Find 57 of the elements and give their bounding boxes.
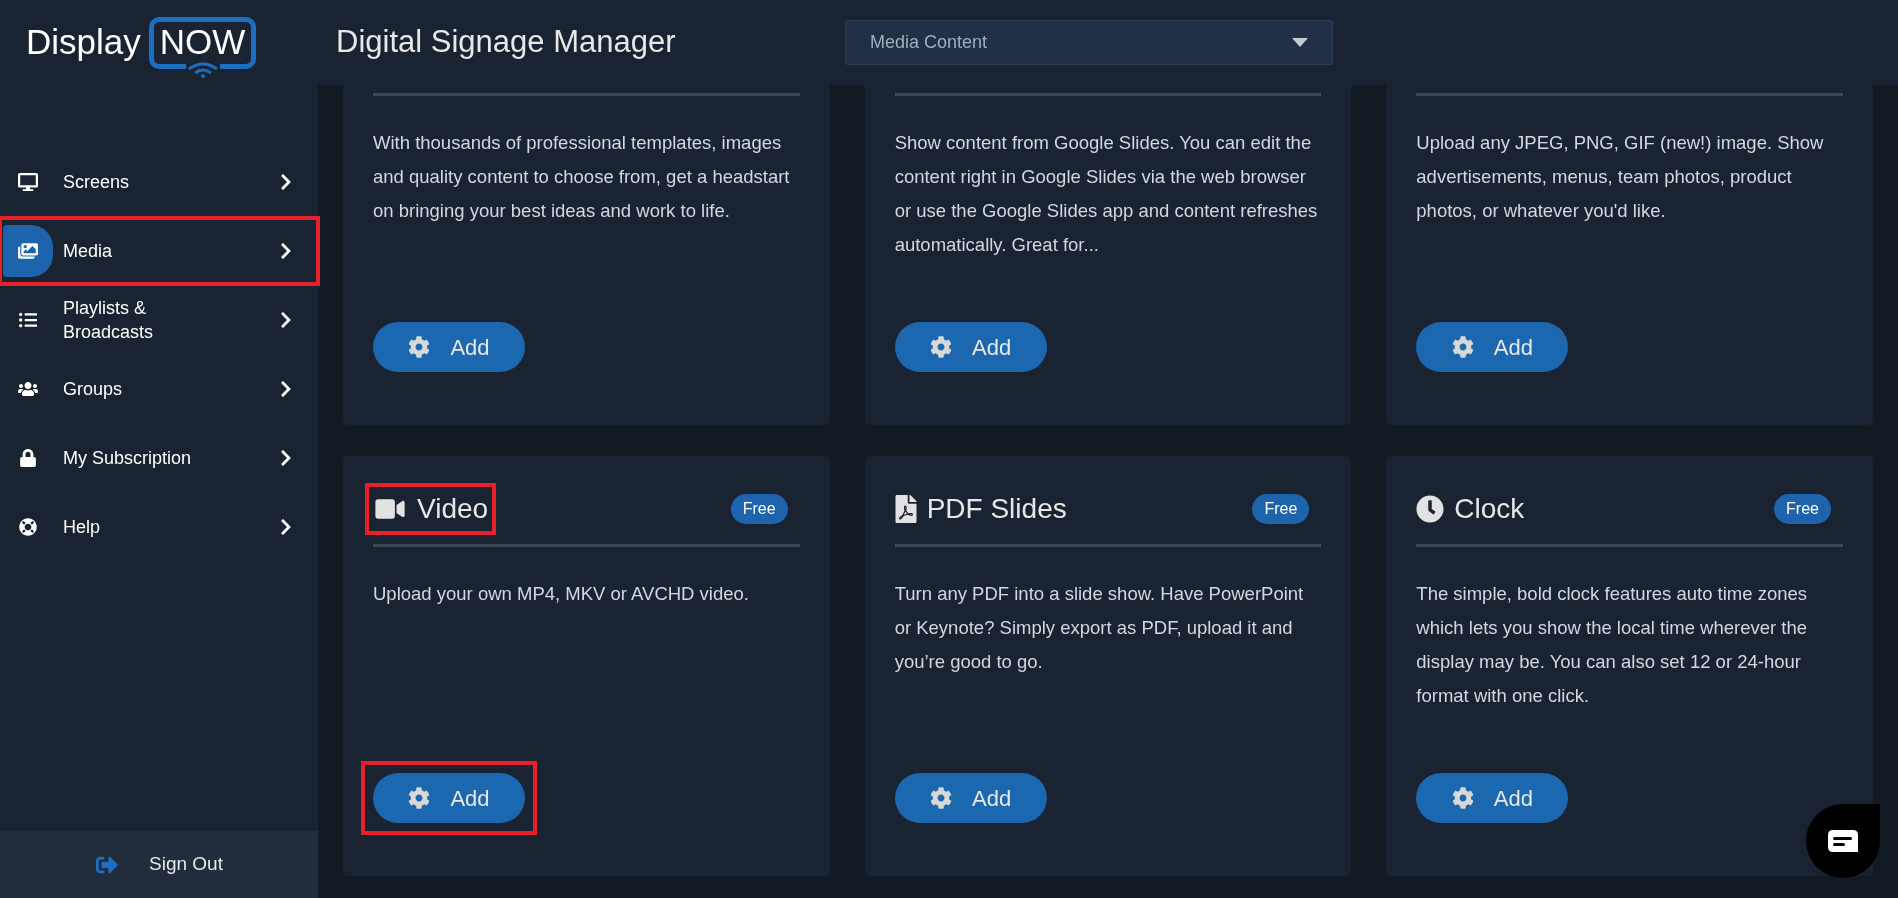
pdf-file-icon <box>894 495 917 523</box>
sidebar-label: Screens <box>63 171 131 194</box>
card-description: Turn any PDF into a slide show. Have PowerPoint or Keynote? Simply export as PDF, upload it and you’re good to go. <box>894 582 1305 674</box>
add-button[interactable]: Add <box>894 773 1047 823</box>
monitor-icon <box>18 173 38 191</box>
gear-icon <box>930 787 953 809</box>
gear-icon <box>408 787 431 809</box>
card-title: PDF Slides <box>926 492 1067 526</box>
card-description: With thousands of professional templates, images and quality content to choose from, get a headstart on bringing your best ideas and work to life. <box>373 131 791 223</box>
clock-icon <box>1416 495 1445 523</box>
images-icon <box>18 242 38 260</box>
chevron-right-icon <box>279 173 293 191</box>
chevron-right-icon <box>279 242 293 260</box>
add-button[interactable]: Add <box>1416 322 1569 372</box>
chat-bubble-icon <box>1828 830 1858 852</box>
logo-wordmark: Display <box>26 21 141 64</box>
gear-icon <box>1451 336 1474 358</box>
sidebar-item[interactable]: Media <box>0 218 318 284</box>
list-icon <box>18 311 38 329</box>
lock-icon <box>18 449 38 467</box>
chevron-right-icon <box>279 380 293 398</box>
caret-icon <box>1292 38 1308 47</box>
sidebar-label: Media <box>63 240 114 263</box>
sidebar-label: Help <box>63 516 102 539</box>
card-title: Clock <box>1454 492 1525 526</box>
users-icon <box>18 380 38 398</box>
chevron-right-icon <box>279 449 293 467</box>
sidebar-label: Playlists & Broadcasts <box>63 297 155 344</box>
sidebar-item[interactable]: Help <box>0 494 318 560</box>
add-button[interactable]: Add <box>373 322 525 372</box>
free-badge: Free <box>1252 494 1310 524</box>
card-description: The simple, bold clock features auto time zones which lets you show the local time wherever the display may be. You can also set 12 or 24-hour format with one click. <box>1416 582 1809 708</box>
free-badge: Free <box>1774 494 1831 524</box>
chevron-right-icon <box>279 311 293 329</box>
card-description: Upload your own MP4, MKV or AVCHD video. <box>373 582 750 606</box>
sidebar-item[interactable]: My Subscription <box>0 425 318 491</box>
app-title: Digital Signage Manager <box>336 23 677 62</box>
gear-icon <box>1451 787 1474 809</box>
card-description: Upload any JPEG, PNG, GIF (new!) image. Show advertisements, menus, team photos, product photos, or whatever you'd like. <box>1416 131 1825 223</box>
video-camera-icon <box>373 496 407 522</box>
chevron-right-icon <box>279 518 293 536</box>
lifebuoy-icon <box>18 518 38 536</box>
sidebar-item[interactable]: Screens <box>0 149 318 215</box>
sidebar-label: My Subscription <box>63 447 193 470</box>
card-title: Video <box>417 492 489 526</box>
free-badge: Free <box>730 494 788 524</box>
card-description: Show content from Google Slides. You can edit the content right in Google Slides via the web browser or use the Google Slides app and content refreshes automatically. Great for... <box>894 131 1319 257</box>
gear-icon <box>930 336 953 358</box>
sidebar-item[interactable]: Groups <box>0 356 318 422</box>
add-button[interactable]: Add <box>373 773 525 823</box>
sign-out-button[interactable]: Sign Out <box>0 831 318 898</box>
gear-icon <box>408 336 431 358</box>
media-type-dropdown[interactable]: Media Content <box>845 20 1333 65</box>
sidebar-item[interactable]: Playlists & Broadcasts <box>0 287 318 353</box>
add-button[interactable]: Add <box>1416 773 1569 823</box>
sidebar-label: Groups <box>63 378 124 401</box>
add-button[interactable]: Add <box>894 322 1047 372</box>
